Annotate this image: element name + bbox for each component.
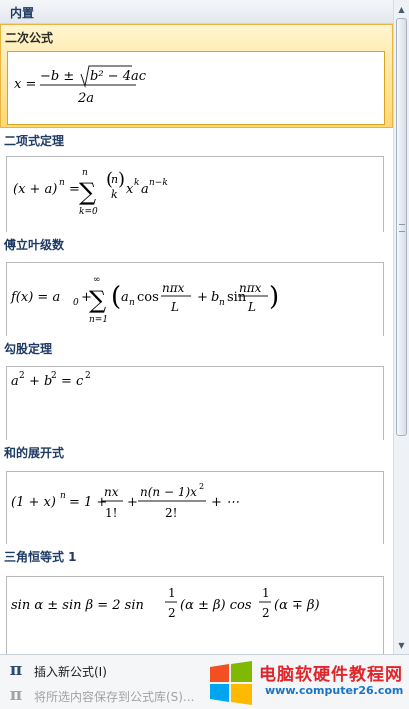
svg-text:2: 2 (85, 371, 91, 381)
vertical-scrollbar[interactable]: ▲ ▼ (393, 0, 409, 654)
svg-text:k: k (134, 178, 139, 188)
scroll-down-icon[interactable]: ▼ (394, 637, 409, 653)
svg-text:n: n (129, 298, 135, 308)
formula-binomial: (x + a) n = n ∑ k=0 ( n k ) x k a n−k (13, 168, 168, 217)
svg-text:2!: 2! (165, 506, 177, 520)
svg-text:2: 2 (168, 606, 176, 620)
svg-text:(x + a): (x + a) (13, 182, 57, 197)
gallery-item-binomial[interactable]: 二项式定理 (x + a) n = n ∑ k=0 ( n k ) x k a … (0, 128, 393, 232)
formula-pythagorean: a 2 + b 2 = c 2 (11, 371, 91, 389)
svg-text:a: a (11, 374, 19, 389)
formula-preview: (x + a) n = n ∑ k=0 ( n k ) x k a n−k (6, 156, 384, 232)
formula-quadratic: x = −b ± b² − 4ac 2a (14, 65, 147, 106)
svg-text:k: k (111, 188, 118, 201)
windows-logo-icon (210, 661, 252, 705)
svg-text:(α ∓ β): (α ∓ β) (274, 598, 320, 613)
svg-text:b² − 4ac: b² − 4ac (90, 69, 147, 84)
item-title: 傅立叶级数 (4, 238, 65, 252)
svg-text:(: ( (111, 282, 121, 312)
svg-text:n: n (82, 168, 88, 178)
svg-text:sin α ± sin β = 2 sin: sin α ± sin β = 2 sin (11, 598, 144, 613)
formula-expansion: (1 + x) n = 1 + nx 1! + n(n − 1)x 2 2! +… (11, 482, 239, 520)
svg-text:L: L (170, 300, 179, 314)
formula-preview: a 2 + b 2 = c 2 (6, 366, 384, 440)
svg-text:2: 2 (51, 371, 57, 381)
svg-text:cos: cos (137, 290, 159, 305)
scroll-up-icon[interactable]: ▲ (394, 1, 409, 17)
svg-text:x =: x = (14, 77, 36, 92)
svg-text:): ) (118, 169, 125, 190)
pi-icon: π (9, 660, 23, 680)
item-title: 二次公式 (5, 31, 54, 45)
svg-text:n: n (59, 178, 65, 188)
gallery-header: 内置 (0, 0, 393, 24)
svg-text:nπx: nπx (162, 281, 185, 295)
svg-text:2: 2 (262, 606, 270, 620)
svg-text:n: n (60, 491, 66, 501)
svg-text:L: L (247, 300, 256, 314)
watermark: 电脑软硬件教程网 www.computer26.com (203, 658, 409, 709)
svg-text:n−k: n−k (149, 178, 168, 188)
formula-preview: sin α ± sin β = 2 sin 1 2 (α ± β) cos 1 … (6, 576, 384, 654)
svg-text:1: 1 (168, 586, 176, 600)
svg-text:a: a (121, 290, 129, 305)
svg-text:∑: ∑ (89, 286, 106, 314)
formula-fourier: f(x) = a 0 + ∞ ∑ n=1 ( a n cos nπx L + b… (10, 275, 279, 325)
svg-text:+ ⋯: + ⋯ (211, 495, 239, 510)
svg-text:(α ± β) cos: (α ± β) cos (180, 598, 252, 613)
scroll-thumb[interactable] (396, 18, 407, 436)
equation-gallery: 二次公式 x = −b ± b² − 4ac 2a 二项式定理 (x + a) … (0, 24, 393, 654)
svg-text:2: 2 (199, 482, 204, 491)
gallery-item-fourier[interactable]: 傅立叶级数 f(x) = a 0 + ∞ ∑ n=1 ( a n cos nπx… (0, 232, 393, 336)
gallery-item-pythagorean[interactable]: 勾股定理 a 2 + b 2 = c 2 (0, 336, 393, 440)
gallery-item-quadratic[interactable]: 二次公式 x = −b ± b² − 4ac 2a (0, 24, 393, 128)
formula-preview: f(x) = a 0 + ∞ ∑ n=1 ( a n cos nπx L + b… (6, 262, 384, 336)
formula-preview: x = −b ± b² − 4ac 2a (7, 51, 385, 125)
svg-text:k=0: k=0 (79, 207, 98, 217)
watermark-title: 电脑软硬件教程网 (259, 665, 403, 685)
svg-text:(1 + x): (1 + x) (11, 495, 56, 510)
svg-text:0: 0 (73, 298, 79, 308)
svg-text:n=1: n=1 (89, 315, 108, 325)
gallery-item-trig[interactable]: 三角恒等式 1 sin α ± sin β = 2 sin 1 2 (α ± β… (0, 544, 393, 654)
formula-trig: sin α ± sin β = 2 sin 1 2 (α ± β) cos 1 … (11, 586, 320, 620)
svg-text:n: n (219, 298, 225, 308)
svg-text:a: a (141, 182, 149, 197)
svg-text:nx: nx (104, 485, 119, 499)
svg-text:2a: 2a (77, 91, 94, 106)
svg-text:+: + (127, 495, 138, 510)
watermark-url: www.computer26.com (265, 684, 404, 697)
formula-preview: (1 + x) n = 1 + nx 1! + n(n − 1)x 2 2! +… (6, 471, 384, 544)
save-selection-label: 将所选内容保存到公式库(S)... (34, 690, 195, 704)
svg-text:nπx: nπx (239, 281, 262, 295)
pi-save-icon: π (9, 685, 23, 705)
grip-icon (399, 224, 405, 232)
svg-text:x: x (126, 182, 134, 197)
svg-text:1!: 1! (105, 506, 117, 520)
item-title: 勾股定理 (4, 342, 53, 356)
svg-text:∞: ∞ (93, 275, 101, 285)
svg-text:= c: = c (61, 374, 84, 389)
svg-text:1: 1 (262, 586, 270, 600)
insert-new-equation-label: 插入新公式(I) (34, 665, 107, 679)
svg-text:2: 2 (19, 371, 25, 381)
svg-text:−b ±: −b ± (40, 69, 74, 84)
svg-text:∑: ∑ (79, 178, 96, 206)
item-title: 三角恒等式 1 (4, 550, 77, 564)
item-title: 和的展开式 (4, 446, 65, 460)
svg-text:+: + (197, 290, 208, 305)
svg-text:+ b: + b (29, 374, 52, 389)
svg-text:): ) (269, 282, 279, 312)
svg-text:= 1 +: = 1 + (69, 495, 107, 510)
svg-text:n(n − 1)x: n(n − 1)x (140, 485, 197, 499)
gallery-item-expansion[interactable]: 和的展开式 (1 + x) n = 1 + nx 1! + n(n − 1)x … (0, 440, 393, 544)
item-title: 二项式定理 (4, 134, 65, 148)
svg-text:f(x) = a: f(x) = a (10, 290, 60, 305)
